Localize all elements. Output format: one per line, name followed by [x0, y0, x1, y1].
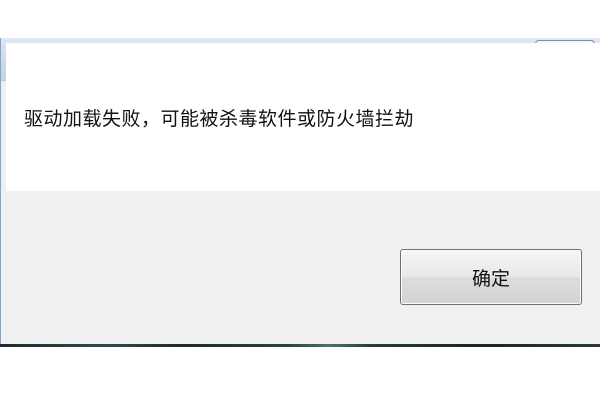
ok-button[interactable]: 确定 — [400, 249, 582, 305]
error-message: 驱动加载失败，可能被杀毒软件或防火墙拦劫 — [24, 108, 415, 130]
